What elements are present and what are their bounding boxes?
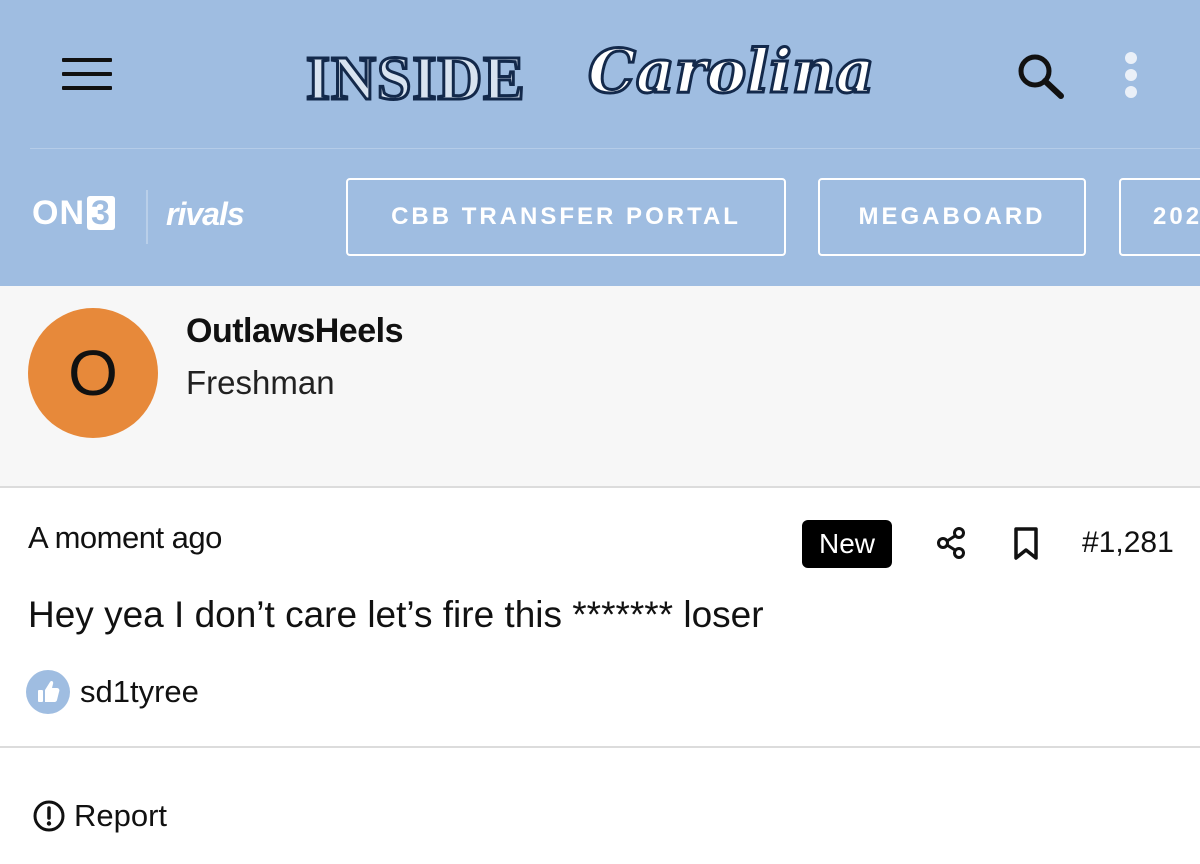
- logo-wordmark-inside: INSIDE: [305, 45, 527, 113]
- user-rank: Freshman: [186, 364, 335, 401]
- search-button[interactable]: [1014, 50, 1070, 100]
- menu-icon-bar: [62, 58, 112, 62]
- more-vert-icon: [1125, 52, 1137, 64]
- menu-button[interactable]: [60, 56, 114, 92]
- nav-megaboard[interactable]: MEGABOARD: [818, 178, 1086, 256]
- report-label: Report: [74, 798, 168, 833]
- username[interactable]: OutlawsHeels: [186, 312, 403, 351]
- divider: [0, 746, 1200, 748]
- share-icon: [937, 527, 965, 559]
- divider: [0, 486, 1200, 488]
- thumbs-up-icon: [26, 670, 70, 714]
- liked-by-user[interactable]: sd1tyree: [80, 674, 199, 710]
- on3-logo-text: ON: [32, 194, 85, 232]
- menu-icon-bar: [62, 72, 112, 76]
- on3-logo[interactable]: ON 3: [32, 196, 115, 230]
- share-button[interactable]: [934, 526, 968, 560]
- menu-icon-bar: [62, 86, 112, 90]
- more-options-button[interactable]: [1120, 50, 1144, 100]
- logo-wordmark-carolina: Carolina: [586, 36, 875, 109]
- post-body: Hey yea I don’t care let’s fire this ***…: [28, 594, 764, 635]
- brand-separator: [146, 190, 148, 244]
- nav-2025-partial[interactable]: 202: [1119, 178, 1200, 256]
- post-timestamp: A moment ago: [28, 520, 222, 555]
- post-number-link[interactable]: #1,281: [1082, 526, 1174, 560]
- avatar[interactable]: O: [28, 308, 158, 438]
- on3-logo-number: 3: [87, 196, 115, 230]
- more-vert-icon: [1125, 86, 1137, 98]
- site-logo[interactable]: INSIDE Carolina: [305, 36, 876, 116]
- search-icon: [1018, 54, 1064, 99]
- post-author: O OutlawsHeels Freshman: [0, 286, 1200, 486]
- new-badge: New: [802, 520, 892, 568]
- alert-circle-icon: [33, 800, 65, 832]
- header-divider: [30, 148, 1200, 149]
- more-vert-icon: [1125, 69, 1137, 81]
- nav-cbb-transfer-portal[interactable]: CBB TRANSFER PORTAL: [346, 178, 786, 256]
- bookmark-button[interactable]: [1012, 526, 1040, 562]
- report-button[interactable]: Report: [32, 796, 167, 836]
- site-header: INSIDE Carolina ON 3 rivals CBB TRANSFER …: [0, 0, 1200, 286]
- bookmark-icon: [1014, 527, 1038, 560]
- rivals-logo[interactable]: rivals: [166, 198, 245, 230]
